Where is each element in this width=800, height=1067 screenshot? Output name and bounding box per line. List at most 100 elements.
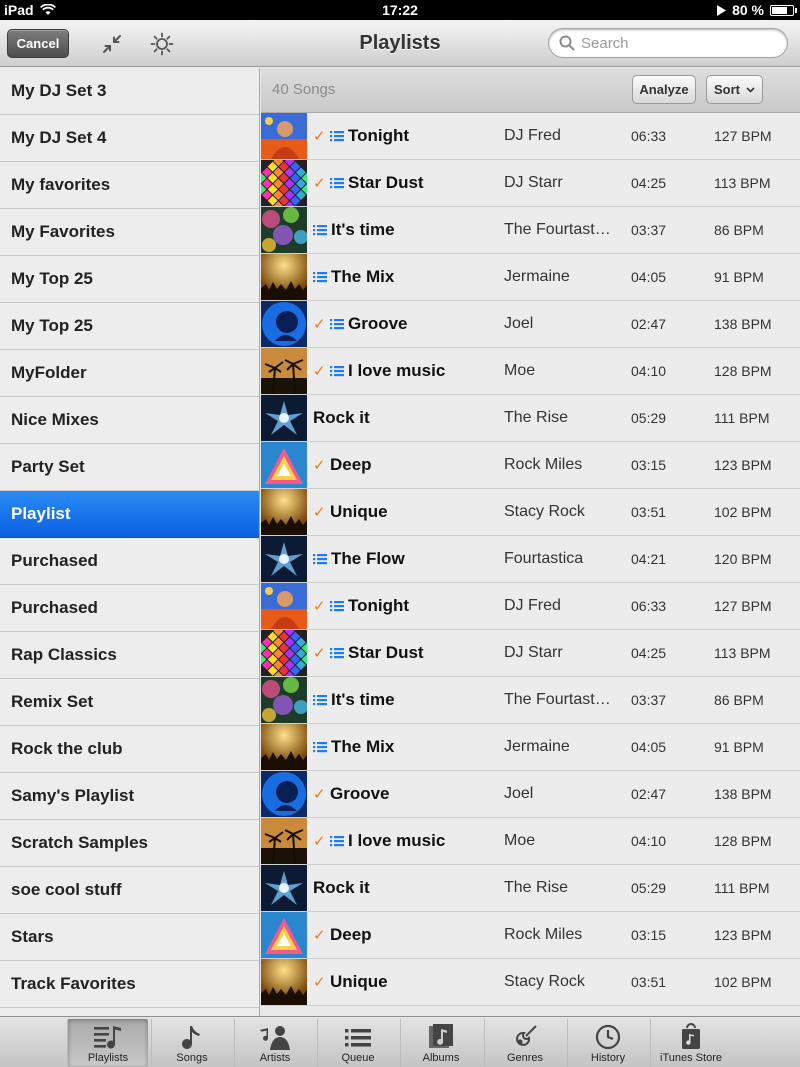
song-row[interactable]: Rock it The Rise 05:29 111 BPM: [261, 395, 800, 442]
playlists-icon: [93, 1024, 123, 1050]
tab-songs[interactable]: Songs: [151, 1019, 232, 1067]
song-duration: 03:51: [631, 974, 667, 990]
tab-genres[interactable]: Genres: [484, 1019, 565, 1067]
checkmark-icon: ✓: [313, 457, 326, 474]
song-list-header: 40 Songs Analyze Sort: [261, 68, 800, 113]
tab-history[interactable]: History: [567, 1019, 648, 1067]
sidebar-item-label: Playlist: [11, 504, 71, 523]
sidebar-item[interactable]: Track Favorites: [0, 961, 259, 1008]
song-row[interactable]: ✓ Star Dust DJ Starr 04:25 113 BPM: [261, 160, 800, 207]
sidebar-item[interactable]: Rock the club: [0, 726, 259, 773]
song-row[interactable]: It's time The Fourtast… 03:37 86 BPM: [261, 207, 800, 254]
album-art: [261, 160, 307, 206]
sidebar-item[interactable]: My Favorites: [0, 209, 259, 256]
tab-label: Genres: [506, 1052, 544, 1064]
sidebar-item-label: Stars: [11, 927, 54, 946]
song-row[interactable]: The Mix Jermaine 04:05 91 BPM: [261, 254, 800, 301]
song-bpm: 91 BPM: [714, 739, 764, 755]
sidebar-item[interactable]: My Top 25: [0, 256, 259, 303]
list-icon: [330, 130, 344, 142]
tab-albums[interactable]: Albums: [400, 1019, 481, 1067]
sidebar-item[interactable]: Scratch Samples: [0, 820, 259, 867]
tab-playlists[interactable]: Playlists: [67, 1019, 148, 1067]
sidebar-item[interactable]: Rap Classics: [0, 632, 259, 679]
song-row[interactable]: ✓ Star Dust DJ Starr 04:25 113 BPM: [261, 630, 800, 677]
song-title: The Mix: [331, 737, 395, 756]
list-icon: [330, 177, 344, 189]
sidebar-item[interactable]: Playlist: [0, 491, 259, 538]
sidebar-item-label: My favorites: [11, 175, 111, 194]
song-duration: 03:37: [631, 222, 667, 238]
sidebar-item[interactable]: Party Set: [0, 444, 259, 491]
sidebar-item-label: Purchased: [11, 598, 98, 617]
song-row[interactable]: ✓ Tonight DJ Fred 06:33 127 BPM: [261, 113, 800, 160]
sidebar-item[interactable]: MyFolder: [0, 350, 259, 397]
song-row[interactable]: ✓ Tonight DJ Fred 06:33 127 BPM: [261, 583, 800, 630]
album-art: [261, 301, 307, 347]
song-row[interactable]: ✓ I love music Moe 04:10 128 BPM: [261, 348, 800, 395]
song-row[interactable]: ✓ Groove Joel 02:47 138 BPM: [261, 771, 800, 818]
song-row[interactable]: The Flow Fourtastica 04:21 120 BPM: [261, 536, 800, 583]
sidebar-item[interactable]: Purchased: [0, 538, 259, 585]
song-count: 40 Songs: [272, 81, 336, 98]
sidebar-item[interactable]: Stars: [0, 914, 259, 961]
album-art: [261, 536, 307, 582]
sidebar-item-label: My Top 25: [11, 316, 93, 335]
song-duration: 04:05: [631, 739, 667, 755]
sidebar-item[interactable]: Purchased: [0, 585, 259, 632]
sidebar-item-label: My DJ Set 3: [11, 81, 107, 100]
status-bar: iPad 17:22 80 %: [0, 0, 800, 20]
checkmark-icon: ✓: [313, 598, 326, 615]
sidebar-item[interactable]: soe cool stuff: [0, 867, 259, 914]
search-icon: [559, 35, 575, 51]
song-row[interactable]: ✓ Unique Stacy Rock 03:51 102 BPM: [261, 959, 800, 1006]
analyze-button[interactable]: Analyze: [632, 75, 696, 104]
search-input[interactable]: [581, 34, 771, 52]
sort-button[interactable]: Sort: [706, 75, 763, 104]
clock-icon: [595, 1024, 621, 1050]
song-artist: The Fourtast…: [504, 221, 611, 238]
album-icon: [427, 1024, 455, 1050]
sidebar-item[interactable]: My DJ Set 4: [0, 115, 259, 162]
album-art: [261, 254, 307, 300]
song-row[interactable]: ✓ I love music Moe 04:10 128 BPM: [261, 818, 800, 865]
tab-artists[interactable]: Artists: [234, 1019, 315, 1067]
search-box[interactable]: [548, 28, 788, 58]
song-duration: 05:29: [631, 880, 667, 896]
sidebar-item-label: Rap Classics: [11, 645, 117, 664]
album-art: [261, 489, 307, 535]
sidebar-item-label: Scratch Samples: [11, 833, 149, 852]
sidebar-item[interactable]: Remix Set: [0, 679, 259, 726]
song-artist: Rock Miles: [504, 926, 583, 943]
song-title: Tonight: [348, 126, 410, 145]
brightness-icon[interactable]: [149, 31, 175, 57]
song-duration: 04:25: [631, 175, 667, 191]
song-row[interactable]: ✓ Unique Stacy Rock 03:51 102 BPM: [261, 489, 800, 536]
cancel-button[interactable]: Cancel: [7, 29, 69, 58]
song-title: The Flow: [331, 549, 405, 568]
song-row[interactable]: Rock it The Rise 05:29 111 BPM: [261, 865, 800, 912]
song-bpm: 113 BPM: [714, 645, 771, 661]
sidebar-item[interactable]: My favorites: [0, 162, 259, 209]
tab-queue[interactable]: Queue: [317, 1019, 398, 1067]
list-icon: [313, 271, 327, 283]
album-art: [261, 442, 307, 488]
list-icon: [330, 835, 344, 847]
song-row[interactable]: ✓ Deep Rock Miles 03:15 123 BPM: [261, 442, 800, 489]
sidebar-item[interactable]: My DJ Set 3: [0, 68, 259, 115]
song-row[interactable]: ✓ Deep Rock Miles 03:15 123 BPM: [261, 912, 800, 959]
sidebar-item[interactable]: Nice Mixes: [0, 397, 259, 444]
song-row[interactable]: ✓ Groove Joel 02:47 138 BPM: [261, 301, 800, 348]
song-bpm: 120 BPM: [714, 551, 772, 567]
checkmark-icon: ✓: [313, 504, 326, 521]
sidebar-item[interactable]: Samy's Playlist: [0, 773, 259, 820]
list-icon: [313, 694, 327, 706]
collapse-icon[interactable]: [99, 31, 125, 57]
song-row[interactable]: It's time The Fourtast… 03:37 86 BPM: [261, 677, 800, 724]
list-icon: [330, 600, 344, 612]
list-icon: [313, 224, 327, 236]
tab-itunes-store[interactable]: iTunes Store: [650, 1019, 731, 1067]
song-row[interactable]: The Mix Jermaine 04:05 91 BPM: [261, 724, 800, 771]
song-list-panel: 40 Songs Analyze Sort ✓ Tonight DJ Fred 06:…: [261, 68, 800, 1016]
sidebar-item[interactable]: My Top 25: [0, 303, 259, 350]
